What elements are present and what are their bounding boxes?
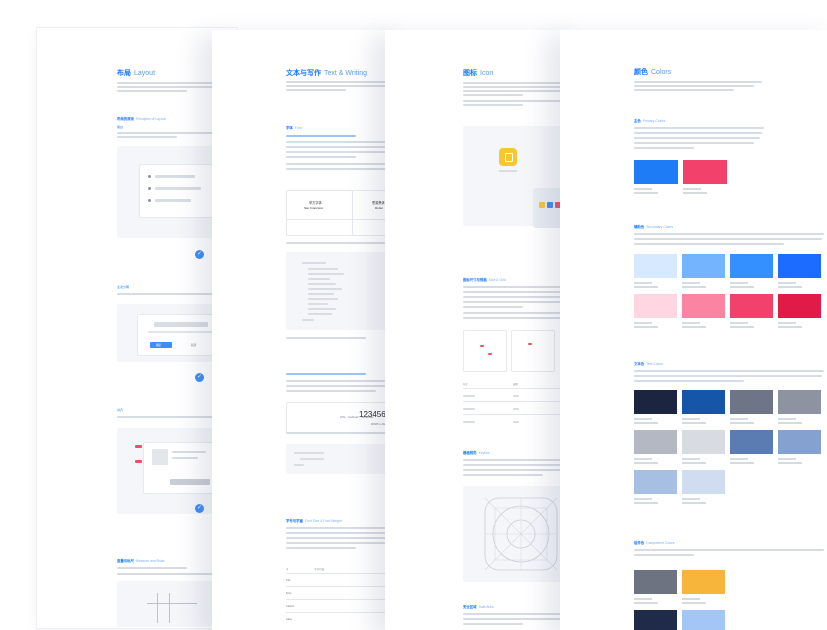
text-writing-page: 文本与写作 Text & Writing 字体 Font 苹方字体 San Fran… (212, 30, 412, 630)
color-swatch (730, 430, 773, 454)
color-swatch (682, 254, 725, 278)
icon-size-heading: 图标尺寸与规格 Size & Grid (463, 278, 506, 282)
whitespace-heading: 留白 (117, 125, 124, 129)
color-swatch (634, 160, 678, 184)
table-row: Body (286, 592, 292, 595)
icon-title: 图标 Icon (463, 70, 494, 77)
color-swatch (778, 294, 821, 318)
color-swatch (634, 294, 677, 318)
text-title: 文本与写作 Text & Writing (286, 70, 368, 77)
color-swatch (730, 294, 773, 318)
table-row: Label (286, 618, 292, 621)
text-colors-heading: 文本色 Text Colors (634, 362, 664, 366)
color-swatch (778, 430, 821, 454)
color-swatch (634, 430, 677, 454)
color-swatch (778, 254, 821, 278)
color-swatch (683, 160, 727, 184)
principles-heading: 布局的原则 Principles of Layout (117, 117, 166, 121)
layout-title: 布局 Layout (117, 70, 156, 77)
secondary-colors-heading: 辅助色 Secondary Colors (634, 225, 674, 229)
color-swatch (634, 390, 677, 414)
color-swatch (730, 390, 773, 414)
color-swatch (634, 570, 677, 594)
color-swatch (682, 294, 725, 318)
check-icon: ✓ (195, 373, 204, 382)
colors-page: 颜色 Colors 主色 Primary Colors 辅助色 Secondary C… (560, 30, 827, 630)
layout-page: 布局 Layout 布局的原则 Principles of Layout 留白 ✓ … (37, 28, 237, 628)
primary-colors-heading: 主色 Primary Colors (634, 119, 666, 123)
alignment-heading: 对齐 (117, 408, 124, 412)
colors-title: 颜色 Colors (634, 69, 672, 76)
icon-page: 图标 Icon 图标尺寸与规格 Size & Grid 尺寸 适用 栅格规范 K… (385, 30, 585, 630)
color-swatch (682, 610, 725, 630)
table-row: Caption (286, 605, 295, 608)
component-colors-heading: 组件色 Component Colors (634, 541, 675, 545)
table-row: Title (286, 579, 291, 582)
color-swatch (682, 570, 725, 594)
color-swatch (682, 430, 725, 454)
color-swatch (730, 254, 773, 278)
color-swatch (634, 470, 677, 494)
color-swatch (634, 610, 677, 630)
color-swatch (682, 470, 725, 494)
hierarchy-heading: 主次分明 (117, 285, 130, 289)
color-swatch (634, 254, 677, 278)
check-icon: ✓ (195, 504, 204, 513)
font-size-heading: 字号与字重 Font Size & Font Weight (286, 519, 342, 523)
font-heading: 字体 Font (286, 126, 302, 130)
safe-area-heading: 安全区域 Safe Area (463, 605, 494, 609)
check-icon: ✓ (195, 250, 204, 259)
color-swatch (682, 390, 725, 414)
measure-heading: 度量与标尺 Measure and Ruler (117, 559, 165, 563)
app-icon (499, 148, 517, 166)
keyline-heading: 栅格规范 Keyline (463, 451, 490, 455)
color-swatch (778, 390, 821, 414)
